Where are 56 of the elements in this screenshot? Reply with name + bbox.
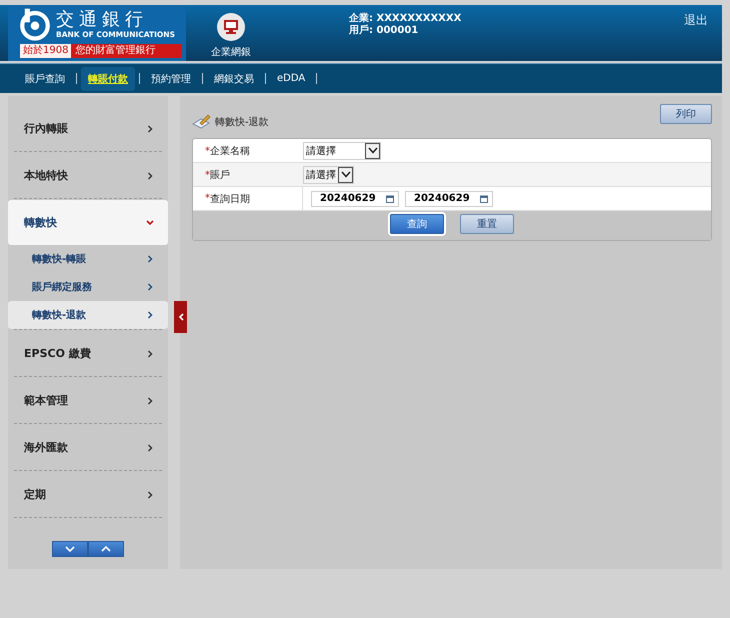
chevron-down-icon	[368, 147, 378, 154]
chevron-up-icon	[101, 546, 111, 552]
chevron-down-icon	[146, 218, 154, 226]
sidebar-item[interactable]: 海外匯款	[8, 425, 168, 470]
sidebar-subitem[interactable]: 轉數快-退款	[8, 301, 168, 329]
reset-button[interactable]: 重置	[460, 214, 514, 234]
bank-logo-icon	[18, 7, 52, 41]
service-label: 企業網銀	[211, 46, 251, 59]
nav-tab[interactable]: 網銀交易	[207, 66, 261, 90]
logout-link[interactable]: 退出	[684, 12, 708, 29]
chevron-right-icon	[146, 350, 154, 358]
collapse-sidebar-button[interactable]	[174, 301, 187, 333]
chevron-right-icon	[146, 490, 154, 498]
since-label: 始於1908	[20, 44, 72, 58]
sidebar-item[interactable]: 轉數快	[8, 200, 168, 245]
field-label: *企業名稱	[204, 144, 251, 158]
monitor-icon[interactable]	[217, 13, 245, 41]
sidebar-item[interactable]: 本地特快	[8, 153, 168, 198]
company-label: 企業: XXXXXXXXXXX	[349, 13, 462, 24]
chevron-down-icon	[340, 171, 350, 178]
sidebar-item[interactable]: 範本管理	[8, 378, 168, 423]
sidebar-subitem[interactable]: 賬戶綁定服務	[8, 273, 168, 301]
chevron-right-icon	[146, 396, 154, 404]
sidebar-item[interactable]: 行內轉賬	[8, 106, 168, 151]
date-field[interactable]: 20240629	[405, 190, 493, 206]
chevron-right-icon	[146, 444, 154, 452]
chevron-right-icon	[146, 172, 154, 180]
nav-tab[interactable]: 預約管理	[144, 66, 198, 90]
query-button[interactable]: 查詢	[390, 214, 444, 234]
field-label: *查詢日期	[193, 187, 303, 210]
pencil-note-icon	[192, 114, 212, 130]
nav-tab[interactable]: 轉賬付款	[81, 66, 135, 90]
sidebar-item[interactable]: 定期	[8, 472, 168, 517]
dropdown[interactable]: 請選擇	[303, 166, 354, 184]
page-title: 轉數快-退款	[215, 116, 269, 129]
bank-name: 交通銀行	[56, 10, 149, 30]
slogan-text: 您的財富管理銀行	[74, 44, 156, 58]
chevron-left-icon	[178, 313, 184, 321]
scroll-up-button[interactable]	[88, 541, 124, 557]
chevron-right-icon	[146, 283, 154, 291]
dropdown[interactable]: 請選擇	[303, 142, 381, 160]
calendar-icon[interactable]	[386, 194, 394, 202]
sidebar-item[interactable]: EPSCO 繳費	[8, 331, 168, 376]
nav-tab[interactable]: 賬戶查詢	[18, 66, 72, 90]
print-button[interactable]: 列印	[660, 104, 712, 124]
chevron-down-icon	[65, 546, 75, 552]
field-label: *賬戶	[204, 168, 231, 182]
chevron-right-icon	[146, 255, 154, 263]
calendar-icon[interactable]	[480, 194, 488, 202]
user-label: 用戶: 000001	[349, 25, 420, 37]
chevron-right-icon	[146, 124, 154, 132]
chevron-right-icon	[146, 311, 154, 319]
nav-tab[interactable]: eDDA	[270, 68, 312, 89]
scroll-down-button[interactable]	[52, 541, 88, 557]
sidebar-subitem[interactable]: 轉數快-轉賬	[8, 245, 168, 273]
date-field[interactable]: 20240629	[311, 190, 399, 206]
